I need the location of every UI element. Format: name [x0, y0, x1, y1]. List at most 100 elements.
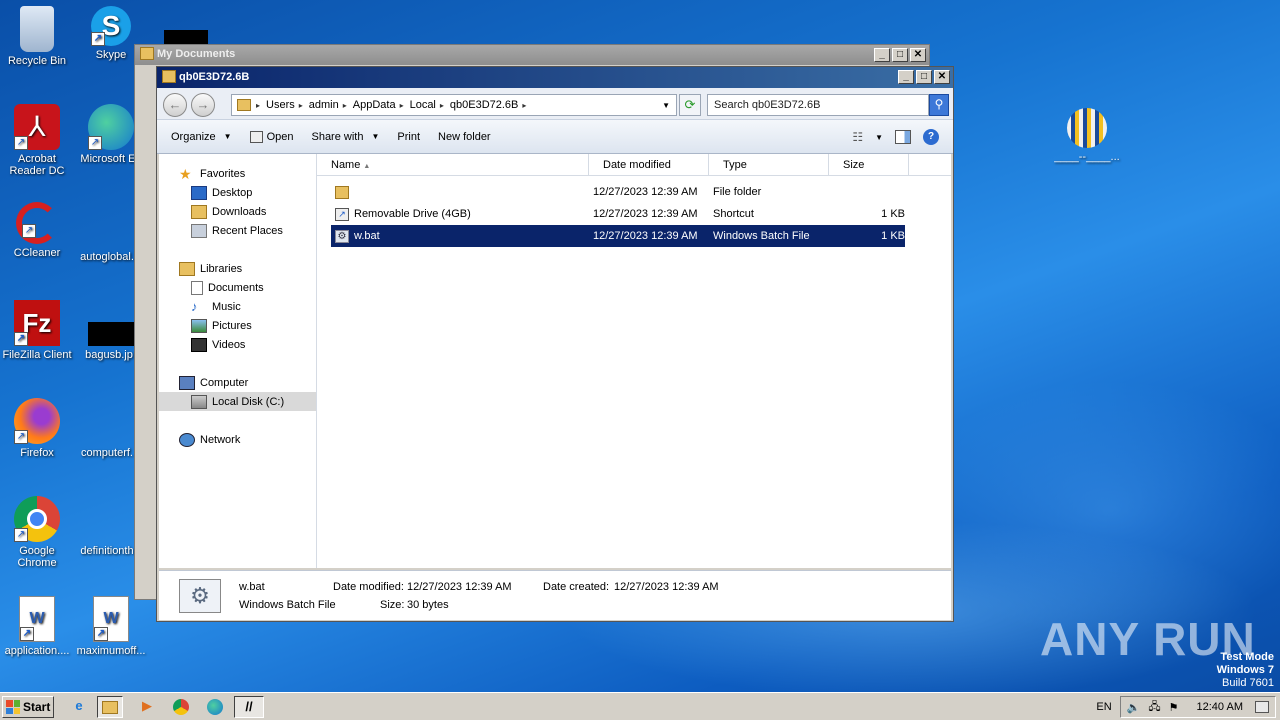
breadcrumb-current[interactable]: qb0E3D72.6B	[450, 99, 519, 111]
taskbar: Start e ▶ // EN 🔈 🖧 ⚑ 12:40 AM	[0, 692, 1280, 720]
desktop-icon-definitionth[interactable]: definitionth	[70, 496, 144, 557]
organize-button[interactable]: Organize ▼	[171, 131, 232, 143]
nav-documents[interactable]: Documents	[159, 278, 316, 297]
details-name: w.bat	[239, 581, 265, 593]
nav-music[interactable]: ♪ Music	[159, 297, 316, 316]
organize-label: Organize	[171, 130, 216, 143]
print-button[interactable]: Print	[397, 131, 420, 143]
nav-favorites[interactable]: ★ Favorites	[159, 164, 316, 183]
desktop-icon-label: Firefox	[20, 447, 54, 459]
network-tray-icon[interactable]: 🖧	[1148, 698, 1160, 717]
sort-up-icon: ▲	[363, 163, 371, 170]
breadcrumb-appdata[interactable]: AppData	[353, 99, 396, 111]
start-label: Start	[23, 700, 51, 714]
desktop-icon-label: Microsoft Ed	[80, 153, 142, 165]
word-doc-icon: W ↗	[19, 596, 55, 642]
window-titlebar[interactable]: qb0E3D72.6B _ □ ✕	[157, 67, 953, 88]
nav-label: Favorites	[200, 167, 246, 180]
preview-pane-icon[interactable]	[895, 130, 911, 144]
taskbar-chrome-icon[interactable]	[168, 696, 194, 718]
maximize-button[interactable]: □	[916, 70, 932, 84]
taskbar-explorer-icon[interactable]	[97, 696, 123, 718]
desktop-icon-label: application....	[4, 645, 70, 657]
desktop-icon-label: bagusb.jp	[85, 349, 133, 361]
desktop-icon-chrome[interactable]: ↗ Google Chrome	[0, 496, 74, 569]
clock[interactable]: 12:40 AM	[1197, 701, 1243, 713]
desktop-icon-firefox[interactable]: ↗ Firefox	[0, 398, 74, 459]
desktop-icon-label: Acrobat Reader DC	[9, 153, 65, 177]
action-center-flag-icon[interactable]: ⚑	[1169, 701, 1179, 714]
nav-desktop[interactable]: Desktop	[159, 183, 316, 202]
open-icon	[249, 130, 263, 143]
column-header-type[interactable]: Type	[709, 154, 829, 175]
chrome-icon: ↗	[14, 496, 60, 542]
forward-button[interactable]: →	[191, 93, 215, 117]
desktop-icon-recycle-bin[interactable]: Recycle Bin	[0, 6, 74, 67]
taskbar-ie-icon[interactable]: e	[66, 696, 92, 718]
taskbar-edge-icon[interactable]	[202, 696, 228, 718]
help-icon[interactable]: ?	[923, 129, 939, 145]
minimize-button[interactable]: _	[898, 70, 914, 84]
breadcrumb-users[interactable]: Users	[266, 99, 295, 111]
volume-icon[interactable]: 🔈	[1127, 701, 1141, 714]
local-disk-icon	[191, 394, 207, 409]
desktop-icon-computerf[interactable]: computerf.	[70, 398, 144, 459]
details-pane: ⚙ w.bat Windows Batch File Date modified…	[159, 570, 951, 620]
desktop-icon-autoglobal[interactable]: autoglobal.	[70, 202, 144, 263]
skype-icon: S ↗	[91, 6, 131, 46]
start-button[interactable]: Start	[2, 696, 54, 718]
show-desktop-icon[interactable]	[1255, 701, 1269, 713]
edge-icon: ↗	[88, 104, 134, 150]
language-indicator[interactable]: EN	[1096, 701, 1111, 713]
nav-computer[interactable]: Computer	[159, 373, 316, 392]
desktop-icon-label: maximumoff...	[76, 645, 146, 657]
watermark-line: Windows 7	[1216, 664, 1274, 676]
chevron-down-icon[interactable]: ▼	[662, 101, 670, 110]
address-bar[interactable]: ▸ Users ▸ admin ▸ AppData ▸ Local ▸ qb0E3D72…	[231, 94, 677, 116]
search-input[interactable]: Search qb0E3D72.6B	[707, 94, 929, 116]
nav-label: Videos	[212, 338, 246, 351]
minimize-button[interactable]: _	[874, 48, 890, 62]
nav-videos[interactable]: Videos	[159, 335, 316, 354]
column-header-name[interactable]: Name ▲	[317, 154, 589, 175]
file-row[interactable]: 12/27/2023 12:39 AM File folder	[331, 181, 905, 203]
nav-libraries[interactable]: Libraries	[159, 259, 316, 278]
desktop-icon-shield-exe[interactable]: ____--____...	[1050, 108, 1124, 163]
file-date: 12/27/2023 12:39 AM	[593, 230, 698, 242]
column-header-date[interactable]: Date modified	[589, 154, 709, 175]
window-titlebar[interactable]: My Documents _ □ ✕	[135, 45, 929, 65]
nav-label: Local Disk (C:)	[212, 395, 285, 408]
search-icon[interactable]: ⚲	[929, 94, 949, 116]
desktop-icon-ccleaner[interactable]: ↗ CCleaner	[0, 202, 74, 259]
open-button[interactable]: Open	[249, 130, 293, 143]
refresh-button[interactable]: ⟳	[679, 94, 701, 116]
desktop-icon-filezilla[interactable]: Fz ↗ FileZilla Client	[0, 300, 74, 361]
breadcrumb-admin[interactable]: admin	[309, 99, 339, 111]
file-row-selected[interactable]: ⚙ w.bat 12/27/2023 12:39 AM Windows Batch…	[331, 225, 905, 247]
desktop-icon-application[interactable]: W ↗ application....	[0, 596, 74, 657]
column-header-size[interactable]: Size	[829, 154, 909, 175]
nav-downloads[interactable]: Downloads	[159, 202, 316, 221]
explorer-window[interactable]: qb0E3D72.6B _ □ ✕ ← → ▸ Users ▸ admin ▸ Ap…	[156, 66, 954, 622]
breadcrumb-local[interactable]: Local	[410, 99, 436, 111]
close-button[interactable]: ✕	[910, 48, 926, 62]
nav-pictures[interactable]: Pictures	[159, 316, 316, 335]
new-folder-button[interactable]: New folder	[438, 131, 491, 143]
view-options-icon[interactable]: ☷	[852, 130, 863, 144]
back-button[interactable]: ←	[163, 93, 187, 117]
taskbar-media-player-icon[interactable]: ▶	[134, 696, 160, 718]
nav-network[interactable]: Network	[159, 430, 316, 449]
file-size: 1 KB	[881, 230, 905, 242]
maximize-button[interactable]: □	[892, 48, 908, 62]
nav-local-disk[interactable]: Local Disk (C:)	[159, 392, 316, 411]
close-button[interactable]: ✕	[934, 70, 950, 84]
file-row[interactable]: ↗ Removable Drive (4GB) 12/27/2023 12:39 …	[331, 203, 905, 225]
nav-label: Libraries	[200, 262, 243, 275]
share-with-button[interactable]: Share with ▼	[311, 131, 379, 143]
chevron-down-icon[interactable]: ▼	[875, 133, 883, 142]
taskbar-app-icon[interactable]: //	[234, 696, 264, 718]
desktop-icon-maximumoff[interactable]: W ↗ maximumoff...	[74, 596, 148, 657]
desktop-icon-acrobat[interactable]: ⅄ ↗ Acrobat Reader DC	[0, 104, 74, 177]
file-date: 12/27/2023 12:39 AM	[593, 186, 698, 198]
nav-recent-places[interactable]: Recent Places	[159, 221, 316, 240]
